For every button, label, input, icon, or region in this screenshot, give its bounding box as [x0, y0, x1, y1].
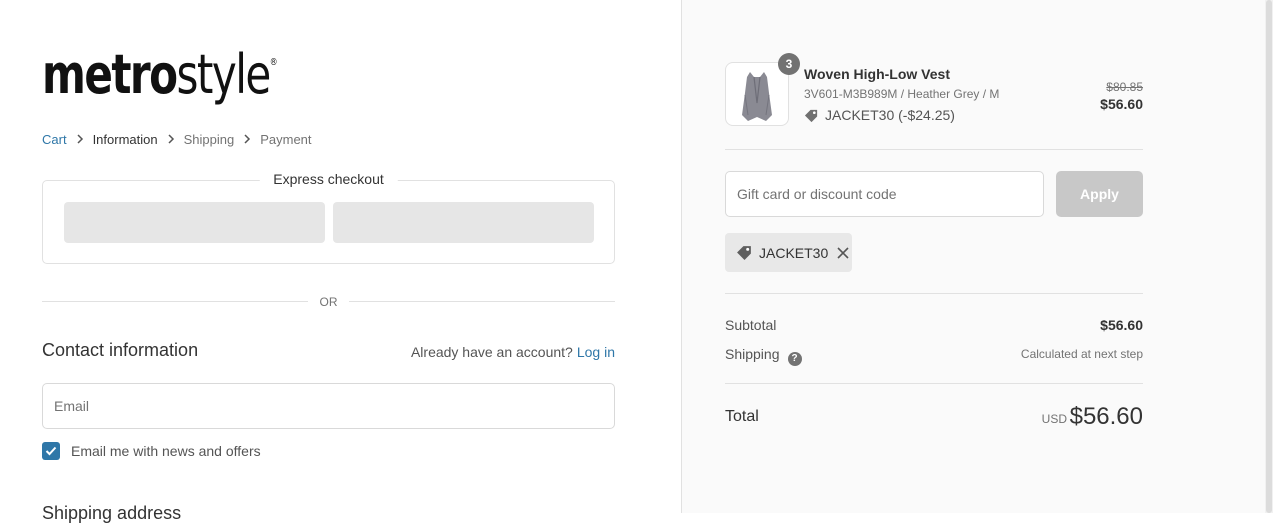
breadcrumb-information: Information	[92, 132, 158, 147]
or-label: OR	[319, 295, 338, 309]
express-pay-button-2[interactable]	[333, 202, 594, 243]
shipping-label: Shipping	[725, 346, 780, 362]
tag-icon	[804, 109, 818, 122]
product-name: Woven High-Low Vest	[804, 66, 950, 82]
shipping-address-title: Shipping address	[42, 503, 182, 523]
applied-code: JACKET30	[759, 244, 829, 261]
chevron-right-icon	[243, 133, 251, 147]
subtotal-label: Subtotal	[725, 317, 777, 333]
product-discount: JACKET30 (-$24.25)	[804, 107, 955, 123]
remove-discount-icon[interactable]	[837, 244, 849, 262]
express-pay-button-1[interactable]	[64, 202, 325, 243]
quantity-badge: 3	[778, 53, 800, 75]
help-icon[interactable]: ?	[787, 351, 802, 366]
checkout-main: metrostyle® Cart Information Shipping Pa…	[0, 0, 681, 523]
check-icon	[45, 446, 57, 456]
shipping-row: Shipping?	[725, 346, 802, 366]
chevron-right-icon	[76, 133, 84, 147]
breadcrumb: Cart Information Shipping Payment	[42, 132, 312, 147]
newsletter-label[interactable]: Email me with news and offers	[71, 443, 261, 459]
breadcrumb-payment: Payment	[260, 132, 312, 147]
brand-logo[interactable]: metrostyle®	[42, 48, 278, 102]
divider	[725, 383, 1143, 384]
divider	[725, 149, 1143, 150]
or-divider: OR	[42, 295, 615, 309]
tag-icon	[737, 246, 751, 260]
order-summary: 3 Woven High-Low Vest 3V601-M3B989M / He…	[681, 0, 1273, 513]
original-price: $80.85	[1106, 80, 1143, 94]
breadcrumb-cart[interactable]: Cart	[42, 132, 67, 147]
account-prompt: Already have an account? Log in	[410, 344, 615, 360]
contact-title: Contact information	[42, 340, 199, 360]
breadcrumb-shipping: Shipping	[183, 132, 235, 147]
chevron-right-icon	[167, 133, 175, 147]
product-thumbnail	[725, 62, 789, 126]
total-label: Total	[725, 408, 759, 425]
shipping-value: Calculated at next step	[1020, 347, 1143, 361]
discount-code-input[interactable]	[725, 171, 1044, 217]
product-variant: 3V601-M3B989M / Heather Grey / M	[804, 87, 1000, 101]
email-field[interactable]	[42, 383, 615, 429]
express-checkout-title: Express checkout	[259, 171, 398, 187]
newsletter-checkbox[interactable]	[42, 442, 60, 460]
divider	[725, 293, 1143, 294]
applied-discount-chip: JACKET30	[725, 233, 852, 272]
express-checkout: Express checkout	[42, 171, 615, 264]
subtotal-value: $56.60	[1100, 317, 1143, 333]
login-link[interactable]: Log in	[577, 344, 615, 360]
apply-button[interactable]: Apply	[1056, 171, 1143, 217]
vest-image-icon	[742, 72, 772, 121]
scrollbar[interactable]	[1265, 0, 1273, 513]
total-value: $56.60	[1069, 403, 1143, 430]
currency-code: USD	[1041, 412, 1067, 426]
product-price: $56.60	[1100, 96, 1143, 112]
